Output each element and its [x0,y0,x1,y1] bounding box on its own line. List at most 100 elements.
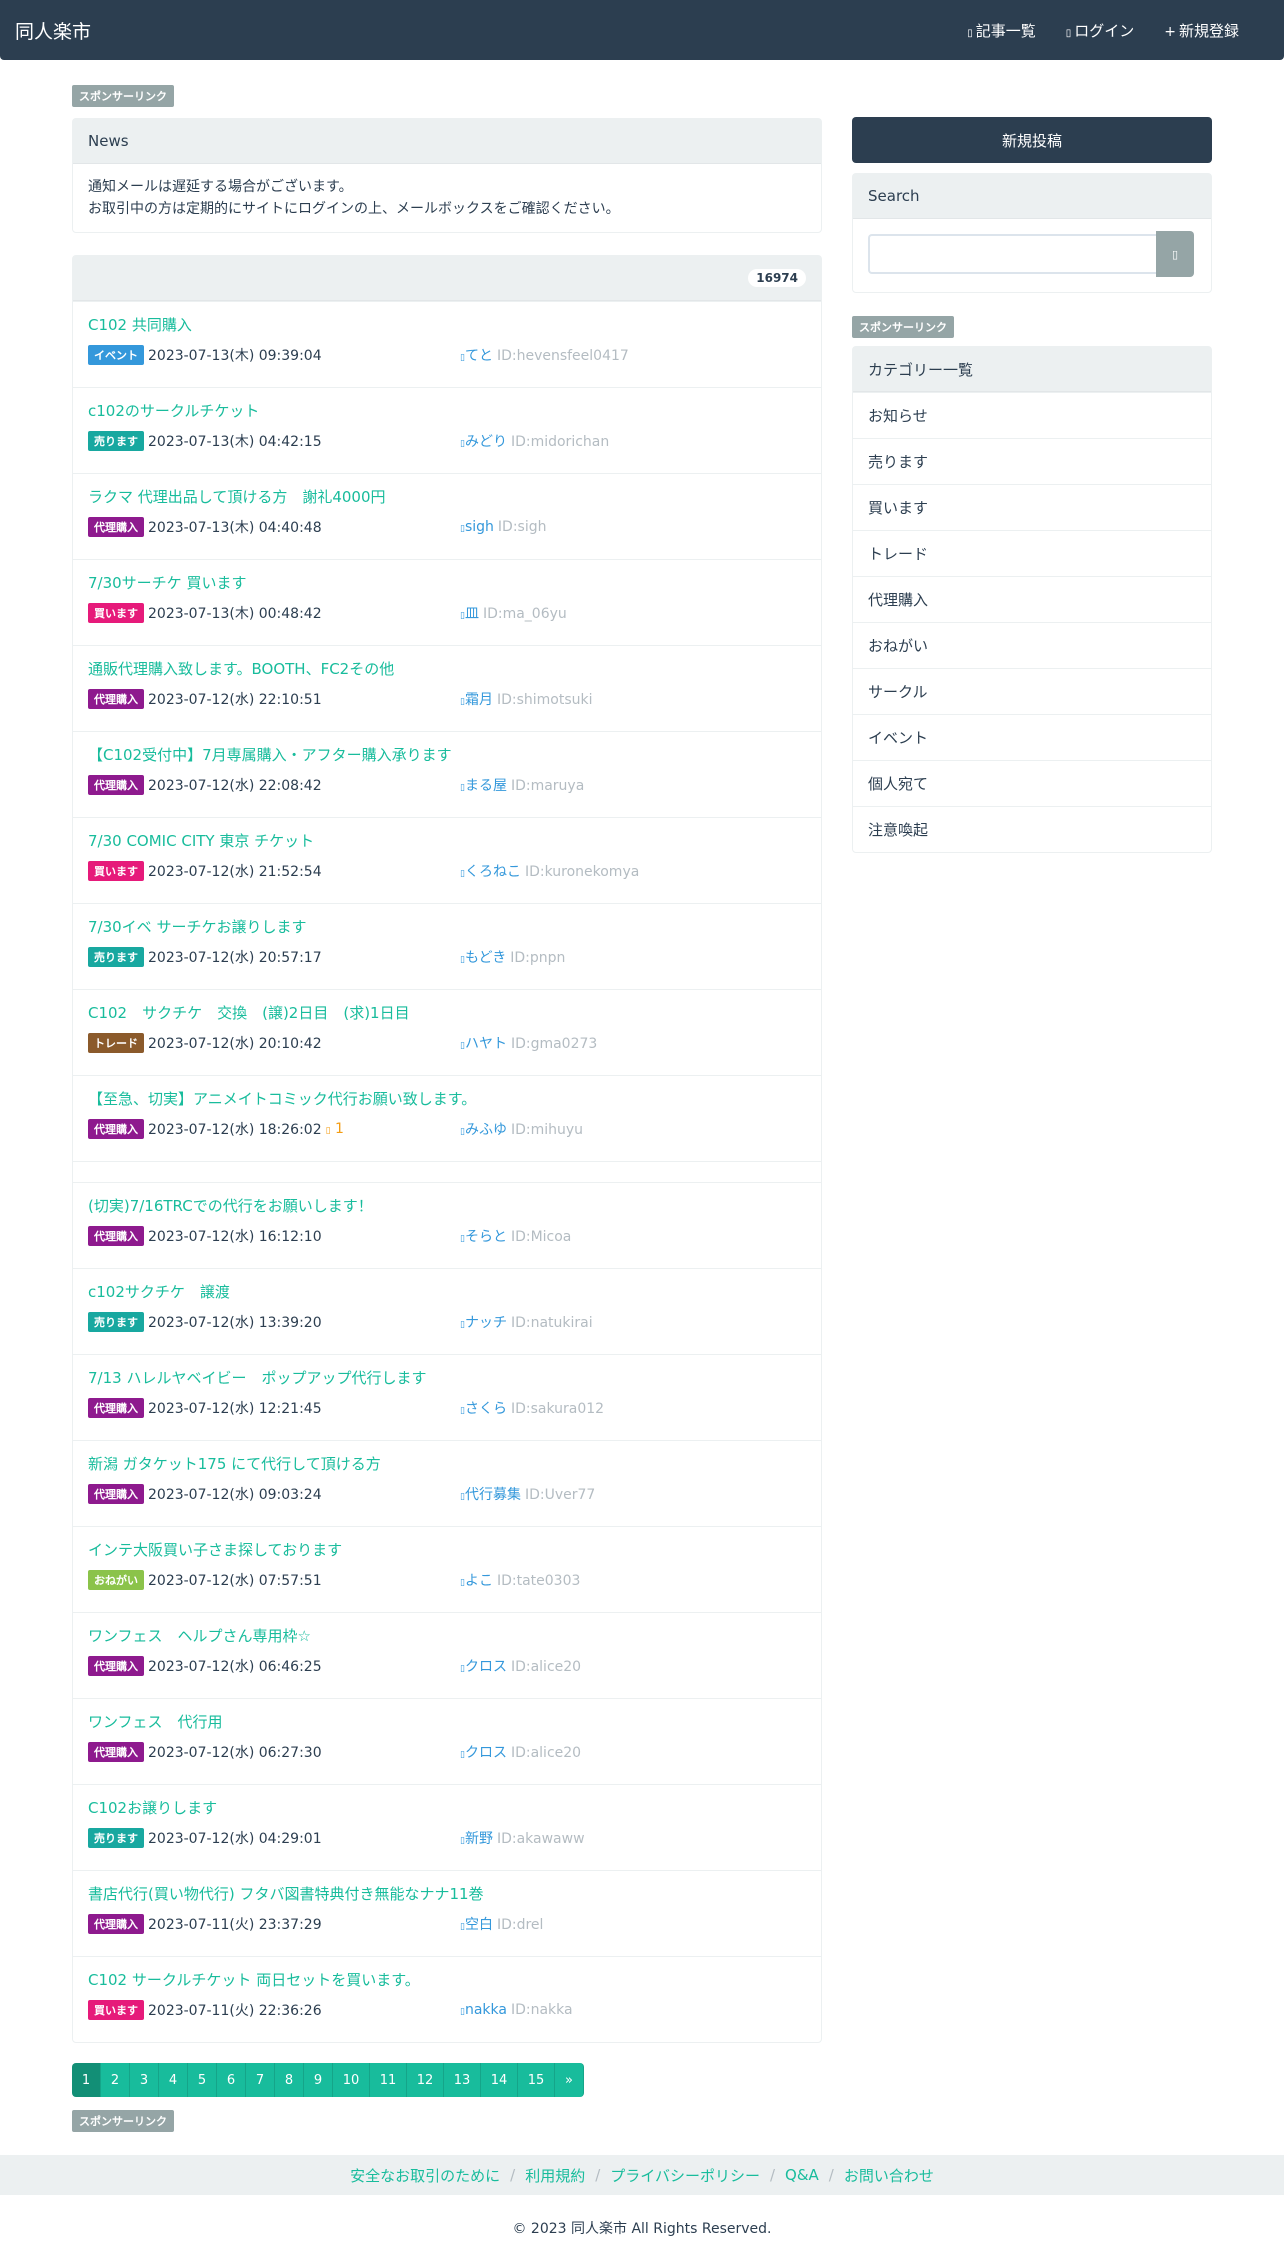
footer-separator: / [510,2166,516,2184]
footer-link[interactable]: 安全なお取引のために [350,2165,500,2186]
author-name-link[interactable]: くろねこ [465,864,521,880]
post-date: 2023-07-12(水) 12:21:45 [148,1401,322,1417]
footer-link[interactable]: 利用規約 [525,2165,585,2186]
post-title-link[interactable]: C102 共同購入 [88,314,806,335]
author-name-link[interactable]: ナッチ [465,1315,507,1331]
footer-link[interactable]: プライバシーポリシー [610,2165,760,2186]
post-title-link[interactable]: 7/30イベ サーチケお譲りします [88,916,806,937]
author-name-link[interactable]: 霜月 [465,692,493,708]
page-link[interactable]: 14 [481,2063,518,2097]
page-link[interactable]: 2 [101,2063,130,2097]
post-date: 2023-07-11(火) 23:37:29 [148,1917,322,1933]
category-panel: カテゴリー一覧 お知らせ 売ります 買います トレード 代理購入 おねがい サークル イベント… [852,346,1212,853]
post-title-link[interactable]: 書店代行(買い物代行) フタバ図書特典付き無能なナナ11巻 [88,1883,806,1904]
footer-separator: / [769,2166,776,2184]
post-title-link[interactable]: (切実)7/16TRCでの代行をお願いします！ [88,1195,806,1216]
post-title-link[interactable]: インテ大阪買い子さま探しております [88,1539,806,1560]
author-id: ID:alice20 [510,1659,582,1675]
author-name-link[interactable]: クロス [465,1659,507,1675]
sidebar: 新規投稿 Search ▯ スポンサーリンク カテゴリー一覧 お知らせ 売ります買… [852,60,1212,853]
author-name-link[interactable]: ハヤト [465,1036,507,1052]
page-link[interactable]: 13 [444,2063,481,2097]
page-link[interactable]: 7 [246,2063,275,2097]
author-name-link[interactable]: クロス [465,1745,507,1761]
category-item[interactable]: トレード [853,530,1211,576]
page-link[interactable]: 6 [217,2063,246,2097]
category-item[interactable]: 代理購入 [853,576,1211,622]
page-link[interactable]: 4 [159,2063,188,2097]
category-label: 代理購入 [88,1226,144,1246]
post-date: 2023-07-12(水) 21:52:54 [148,864,322,880]
category-item[interactable]: サークル [853,668,1211,714]
author-name-link[interactable]: さくら [465,1401,507,1417]
post-meta: イベント 2023-07-13(木) 09:39:04 ▯てと ID:hevensfe… [88,345,806,365]
author-name-link[interactable]: sigh [465,519,494,535]
category-item[interactable]: 売ります [853,438,1211,484]
list-icon: ▯ [967,27,973,39]
post-title-link[interactable]: C102 サクチケ 交換 (譲)2日目 (求)1日目 [88,1002,806,1023]
comment-icon: ▯ [325,1126,331,1136]
post-title-link[interactable]: 7/30サーチケ 買います [88,572,806,593]
post-title-link[interactable]: c102サクチケ 譲渡 [88,1281,806,1302]
nav-articles-link[interactable]: ▯ 記事一覧 [967,20,1036,41]
author-name-link[interactable]: まる屋 [465,778,507,794]
page-link[interactable]: 9 [304,2063,333,2097]
search-button[interactable]: ▯ [1156,231,1194,277]
page-link[interactable]: 11 [370,2063,407,2097]
author-name-link[interactable]: そらと [465,1229,507,1245]
post-date: 2023-07-12(水) 09:03:24 [148,1487,322,1503]
author-name-link[interactable]: よこ [465,1573,493,1589]
category-item[interactable]: 個人宛て [853,760,1211,806]
author-name-link[interactable]: もどき [465,950,506,966]
post-title-link[interactable]: 7/13 ハレルヤベイビー ポップアップ代行します [88,1367,806,1388]
post-author: ▯さくら ID:sakura012 [460,1398,604,1418]
post-title-link[interactable]: 【C102受付中】7月専属購入・アフター購入承ります [88,744,806,765]
author-name-link[interactable]: 代行募集 [465,1487,521,1503]
pagination: 1 2 3 4 5 6 7 8 9 10 11 12 13 14 15» [72,2063,822,2097]
post-title-link[interactable]: 【至急、切実】アニメイトコミック代行お願い致します。 [88,1088,806,1109]
post-title-link[interactable]: 新潟 ガタケット175 にて代行して頂ける方 [88,1453,806,1474]
post-item: C102 サクチケ 交換 (譲)2日目 (求)1日目 トレード 2023-07-12… [73,989,821,1075]
post-title-link[interactable]: ラクマ 代理出品して頂ける方 謝礼4000円 [88,486,806,507]
author-name-link[interactable]: てと [465,348,493,364]
page-link[interactable]: 1 [72,2063,101,2097]
author-name-link[interactable]: 新野 [465,1831,493,1847]
page-link[interactable]: 15 [518,2063,555,2097]
category-label: 代理購入 [88,1398,144,1418]
post-date: 2023-07-12(水) 20:57:17 [148,950,322,966]
author-id: ID:mihuyu [510,1122,584,1138]
post-item: 新潟 ガタケット175 にて代行して頂ける方 代理購入 2023-07-12(水) … [73,1440,821,1526]
category-item[interactable]: 注意喚起 [853,806,1211,852]
new-post-button[interactable]: 新規投稿 [852,117,1212,163]
post-title-link[interactable]: ワンフェス 代行用 [88,1711,806,1732]
post-title-link[interactable]: 7/30 COMIC CITY 東京 チケット [88,830,806,851]
post-title-link[interactable]: C102 サークルチケット 両日セットを買います。 [88,1969,806,1990]
footer-link[interactable]: お問い合わせ [844,2165,934,2186]
category-item[interactable]: お知らせ [853,392,1211,438]
site-brand[interactable]: 同人楽市 [15,17,91,44]
category-item[interactable]: 買います [853,484,1211,530]
category-item[interactable]: イベント [853,714,1211,760]
author-name-link[interactable]: みふゆ [465,1122,507,1138]
nav-login-link[interactable]: ▯ ログイン [1066,20,1135,41]
page-link[interactable]: 5 [188,2063,217,2097]
author-name-link[interactable]: 皿 [465,606,479,622]
page-link[interactable]: 12 [407,2063,444,2097]
post-title-link[interactable]: C102お譲りします [88,1797,806,1818]
author-name-link[interactable]: nakka [465,2002,507,2018]
post-title-link[interactable]: 通販代理購入致します。BOOTH、FC2その他 [88,658,806,679]
author-name-link[interactable]: 空白 [465,1917,493,1933]
page-link[interactable]: » [555,2063,584,2097]
category-item[interactable]: おねがい [853,622,1211,668]
author-name-link[interactable]: みどり [465,434,507,450]
nav-register-link[interactable]: + 新規登録 [1164,20,1239,41]
page-link[interactable]: 10 [333,2063,370,2097]
footer-link[interactable]: Q&A [785,2166,819,2184]
page-link[interactable]: 3 [130,2063,159,2097]
news-body: 通知メールは遅延する場合がございます。 お取引中の方は定期的にサイトにログインの… [73,164,821,232]
page-link[interactable]: 8 [275,2063,304,2097]
post-title-link[interactable]: c102のサークルチケット [88,400,806,421]
search-input[interactable] [868,234,1156,274]
post-title-link[interactable]: ワンフェス ヘルプさん専用枠☆ [88,1625,806,1646]
author-id: ID:maruya [510,778,585,794]
